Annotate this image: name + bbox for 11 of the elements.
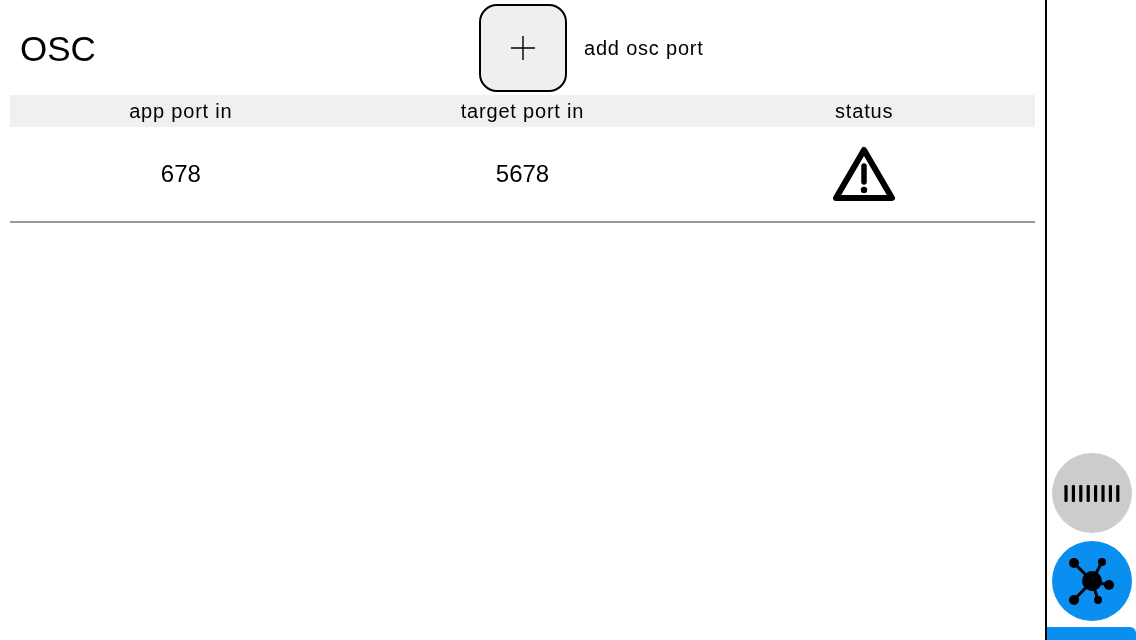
table-cell-text: 5678 [495,159,550,189]
network-hub-icon [1067,556,1116,606]
add-button-label: add osc port [584,36,704,61]
table-cell-text: 678 [160,159,201,189]
column-header: target port in [460,99,585,124]
column-header: app port in [129,99,233,124]
page-title: OSC [20,30,96,66]
add-button[interactable] [479,4,567,92]
column-header: status [835,99,894,124]
vertical-bars-icon [1063,484,1120,502]
plus-icon [511,36,535,60]
